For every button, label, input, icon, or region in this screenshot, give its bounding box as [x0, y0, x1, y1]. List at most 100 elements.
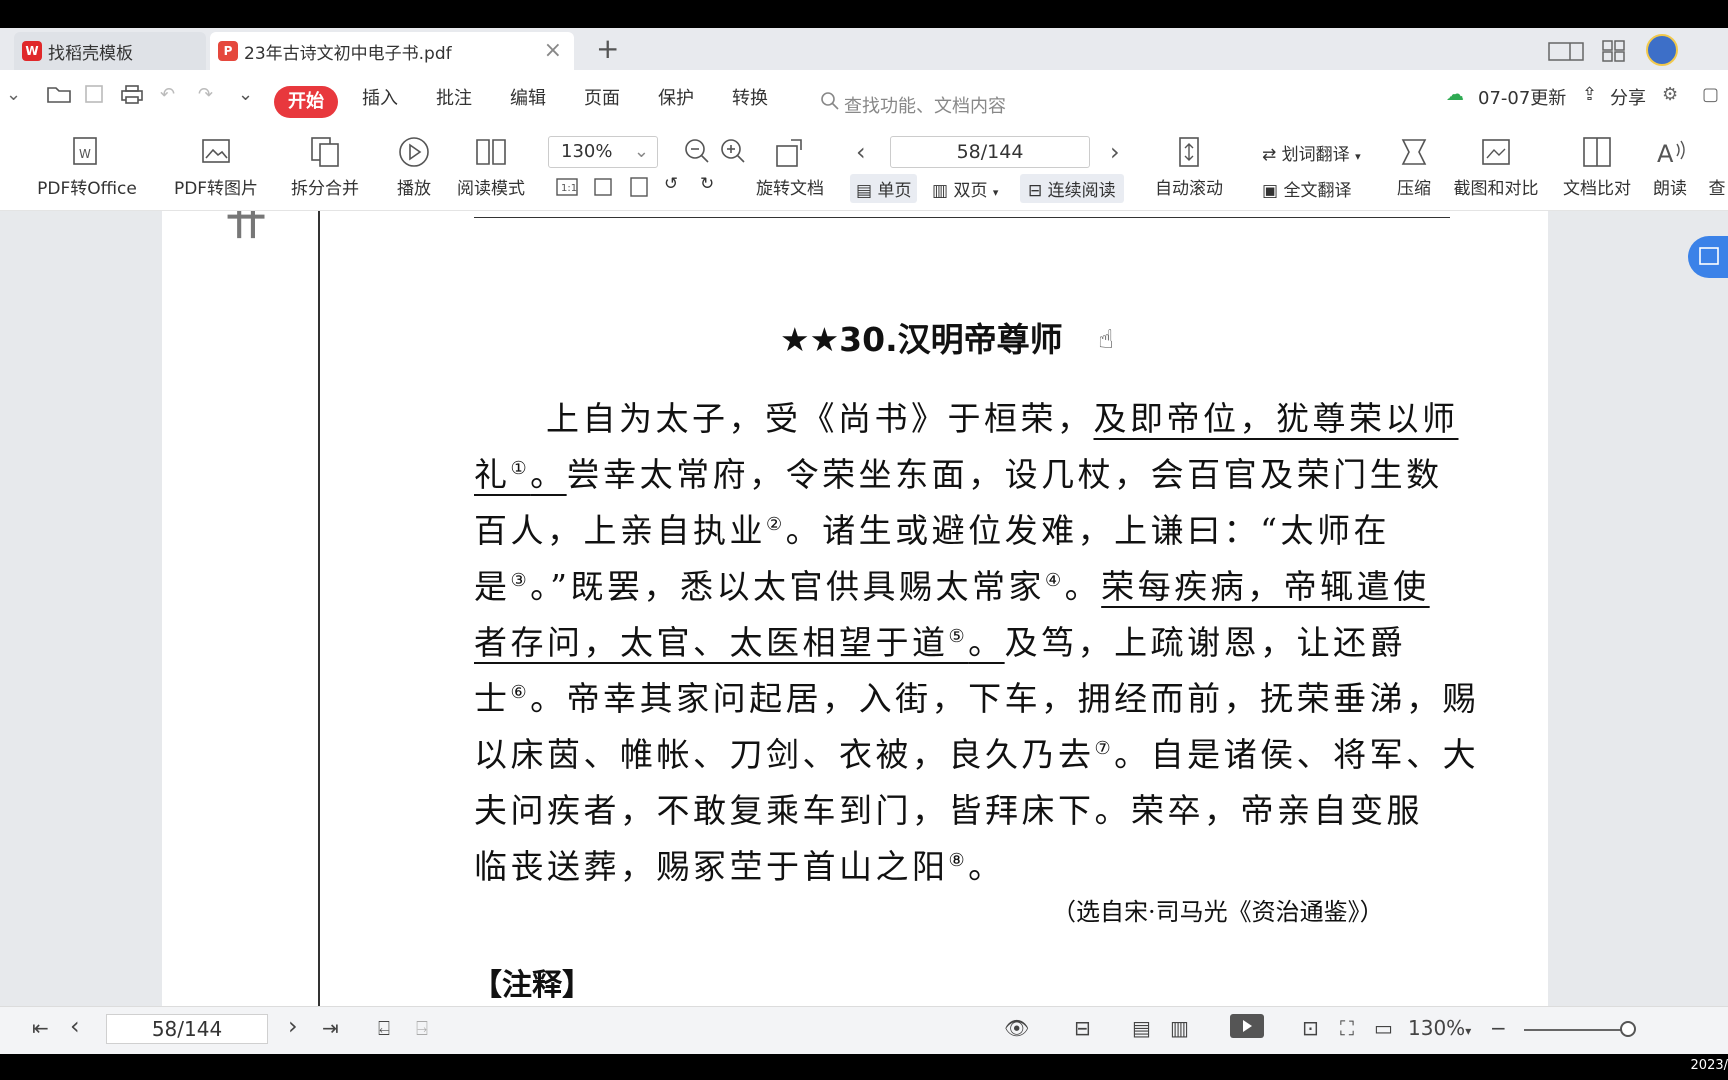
notes-heading: 【注释】 [472, 968, 592, 1003]
open-folder-icon[interactable] [46, 84, 72, 104]
zoom-out-icon[interactable] [684, 138, 710, 164]
undo-icon[interactable]: ↶ [160, 84, 175, 105]
svg-text:A: A [1657, 140, 1674, 168]
floating-side-panel-button[interactable] [1688, 236, 1728, 278]
continuous-read-button[interactable]: ⊟ 连续阅读 [1020, 174, 1124, 203]
double-page-button[interactable]: ▥ 双页 ▾ [932, 176, 998, 201]
next-page-icon[interactable]: › [288, 1012, 298, 1040]
menu-edit[interactable]: 编辑 [510, 84, 546, 110]
read-mode-button[interactable]: 阅读模式 [454, 118, 528, 199]
text-line: 礼①。尝幸太常府，令荣坐东面，设几杖，会百官及荣门生数 [474, 455, 1443, 494]
screenshot-compare-button[interactable]: 截图和对比 [1450, 118, 1542, 199]
pdf-to-image-button[interactable]: PDF转图片 [168, 118, 264, 199]
first-page-icon[interactable]: ⇤ [32, 1016, 49, 1040]
print-icon[interactable] [120, 84, 144, 104]
zoom-slider-handle[interactable] [1620, 1021, 1636, 1037]
fit-page-icon[interactable] [592, 176, 614, 198]
zoom-select[interactable]: 130% ⌄ [548, 136, 658, 168]
status-zoom-select[interactable]: 130%▾ [1408, 1016, 1471, 1040]
more-dropdown-icon[interactable]: ⌄ [238, 84, 253, 105]
tab-label: 23年古诗文初中电子书.pdf [244, 43, 452, 64]
source-citation: （选自宋·司马光《资治通鉴》） [1052, 898, 1384, 926]
svg-text:W: W [79, 147, 91, 161]
rotate-right-icon[interactable]: ↻ [700, 174, 714, 194]
window-layout-icon[interactable] [1548, 40, 1584, 62]
actual-size-icon[interactable]: ⊡ [1302, 1016, 1319, 1040]
zoom-slider-track[interactable] [1524, 1029, 1630, 1031]
full-translate-icon: ▣ [1262, 181, 1279, 201]
taskbar-clock: 2023/ [1690, 1058, 1728, 1073]
rotate-left-icon[interactable]: ↺ [664, 174, 678, 194]
page-top-rule [474, 217, 1450, 218]
save-icon[interactable] [84, 84, 104, 104]
tab-bar: W 找稻壳模板 P 23年古诗文初中电子书.pdf × [0, 28, 1728, 70]
settings-gear-icon[interactable]: ⚙ [1662, 84, 1678, 105]
page-title: ★★30.汉明帝尊师 [780, 320, 1063, 359]
double-view-icon[interactable]: ▥ [1170, 1016, 1189, 1040]
text-line: 临丧送葬，赐冢茔于首山之阳⑧。 [474, 847, 1005, 886]
pdf-to-office-icon: W [73, 137, 97, 165]
fit-width-icon[interactable] [628, 176, 650, 198]
menu-start[interactable]: 开始 [274, 86, 338, 118]
status-page-input[interactable]: 58/144 [106, 1014, 268, 1044]
text-line: 夫问疾者，不敢复乘车到门，皆拜床下。荣卒，帝亲自变服 [474, 791, 1423, 830]
menu-convert[interactable]: 转换 [732, 84, 768, 110]
fit-page-icon[interactable]: ⛶ [1340, 1016, 1354, 1040]
single-page-icon: ▤ [856, 181, 873, 201]
auto-scroll-icon [1179, 137, 1199, 167]
prev-page-icon[interactable]: ‹ [70, 1012, 80, 1040]
split-merge-button[interactable]: 拆分合并 [280, 118, 370, 199]
new-tab-button[interactable]: + [596, 34, 619, 64]
rotate-document-button[interactable]: 旋转文档 [752, 118, 828, 199]
continuous-read-icon: ⊟ [1028, 181, 1043, 201]
tab-template-store[interactable]: W 找稻壳模板 [14, 32, 206, 70]
word-translate-button[interactable]: ⇄ 划词翻译 ▾ [1262, 140, 1361, 165]
zoom-out-minus-icon[interactable]: − [1490, 1016, 1507, 1040]
eye-care-icon[interactable]: 👁 [1004, 1016, 1029, 1040]
text-line: 上自为太子，受《尚书》于桓荣，及即帝位，犹尊荣以师 [546, 399, 1459, 438]
close-tab-icon[interactable]: × [544, 38, 562, 63]
forward-view-icon[interactable]: ⍈ [416, 1016, 428, 1040]
text-line: 是③。”既罢，悉以太官供具赐太常家④。荣每疾病，帝辄遣使 [474, 567, 1430, 606]
collapse-chevron-icon[interactable]: ⌄ [6, 84, 21, 105]
full-translate-button[interactable]: ▣ 全文翻译 [1262, 176, 1351, 201]
dropdown-caret-icon: ▾ [1355, 150, 1361, 163]
menu-annotate[interactable]: 批注 [436, 84, 472, 110]
translate-icon: ⇄ [1262, 145, 1277, 165]
tab-pdf-document[interactable]: P 23年古诗文初中电子书.pdf × [210, 32, 574, 70]
next-page-icon[interactable]: › [1110, 138, 1120, 166]
menu-insert[interactable]: 插入 [362, 84, 398, 110]
continuous-view-icon[interactable]: ⊟ [1074, 1016, 1091, 1040]
doc-compare-icon [1583, 137, 1611, 167]
update-label[interactable]: 07-07更新 [1478, 84, 1566, 110]
redo-icon[interactable]: ↷ [198, 84, 213, 105]
grid-apps-icon[interactable] [1602, 40, 1626, 62]
actual-size-icon[interactable]: 1:1 [556, 176, 578, 198]
search-input[interactable]: 查找功能、文档内容 [844, 92, 1006, 118]
menu-page[interactable]: 页面 [584, 84, 620, 110]
play-slideshow-icon[interactable] [1230, 1014, 1264, 1038]
play-button[interactable]: 播放 [390, 118, 438, 199]
prev-page-icon[interactable]: ‹ [856, 138, 866, 166]
read-aloud-button[interactable]: A 朗读 [1650, 118, 1690, 199]
text-line: 百人，上亲自执业②。诸生或避位发难，上谦曰：“太师在 [474, 511, 1391, 550]
single-page-button[interactable]: ▤ 单页 [850, 174, 918, 203]
back-view-icon[interactable]: ⍇ [378, 1016, 390, 1040]
fit-width-icon[interactable]: ▭ [1374, 1016, 1393, 1040]
single-view-icon[interactable]: ▤ [1132, 1016, 1151, 1040]
last-page-icon[interactable]: ⇥ [322, 1016, 339, 1040]
share-icon[interactable]: ⇪ [1582, 84, 1597, 105]
hand-cursor-icon: ☝ [1098, 325, 1114, 355]
page-number-input[interactable]: 58/144 [890, 136, 1090, 168]
compress-button[interactable]: 压缩 [1390, 118, 1438, 199]
share-label[interactable]: 分享 [1610, 84, 1646, 110]
doc-compare-button[interactable]: 文档比对 [1558, 118, 1636, 199]
user-avatar[interactable] [1646, 34, 1678, 66]
double-page-icon: ▥ [932, 181, 949, 201]
message-icon[interactable]: ▢ [1702, 84, 1719, 105]
find-button[interactable]: 查 [1706, 118, 1728, 199]
zoom-in-icon[interactable] [720, 138, 746, 164]
auto-scroll-button[interactable]: 自动滚动 [1144, 118, 1234, 199]
pdf-to-office-button[interactable]: W PDF转Office [26, 118, 148, 199]
menu-protect[interactable]: 保护 [658, 84, 694, 110]
